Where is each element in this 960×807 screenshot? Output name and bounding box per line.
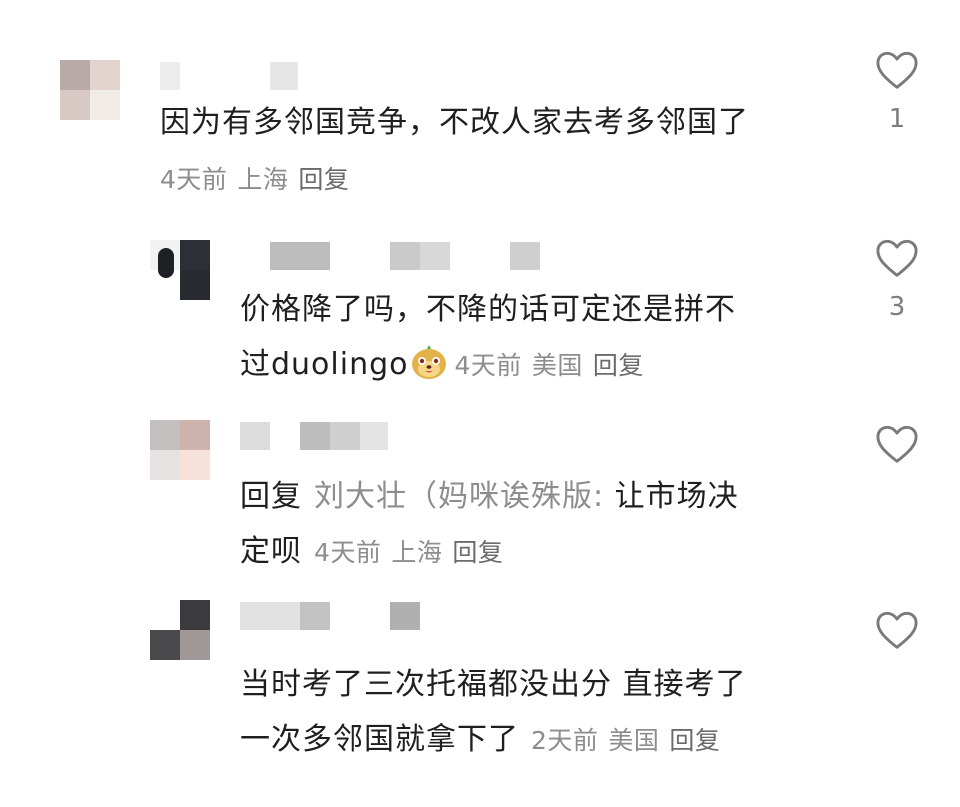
like-button[interactable] (872, 424, 922, 464)
comment-text: 当时考了三次托福都没出分 直接考了 (240, 667, 747, 702)
comment-text: 价格降了吗，不降的话可定还是拼不 (240, 292, 736, 327)
comment-time: 4天前 (454, 351, 522, 380)
comment-text-line1: 回复 刘大壮（妈咪诶殊版: 让市场决 (240, 469, 739, 525)
comment-text-line2: 过duolingo 4天前 美国 回复 (240, 337, 644, 394)
comment-meta: 4天前 上海 回复 (314, 538, 503, 567)
comment-text-line2: 一次多邻国就拿下了 2天前 美国 回复 (240, 712, 720, 769)
comment-meta: 4天前 上海 回复 (160, 152, 349, 208)
reply-button[interactable]: 回复 (669, 726, 720, 755)
avatar[interactable] (150, 600, 210, 660)
heart-outline-icon (876, 51, 918, 89)
avatar[interactable] (60, 60, 120, 120)
comment-text-line2: 定呗 4天前 上海 回复 (240, 524, 503, 581)
avatar[interactable] (150, 420, 210, 480)
comment-text: 让市场决 (604, 479, 739, 514)
comment-location: 上海 (391, 538, 443, 567)
like-button[interactable]: 1 (872, 50, 922, 134)
comment-time: 4天前 (314, 538, 382, 567)
like-count: 3 (888, 292, 906, 322)
comment-text: 过duolingo (240, 347, 409, 382)
reply-button[interactable]: 回复 (298, 165, 349, 194)
reply-button[interactable]: 回复 (452, 538, 503, 567)
comment-location: 上海 (237, 165, 289, 194)
heart-outline-icon (876, 239, 918, 277)
comment-meta: 2天前 美国 回复 (531, 726, 720, 755)
comment-location: 美国 (531, 351, 583, 380)
comment-text: 因为有多邻国竞争，不改人家去考多邻国了 (160, 105, 749, 140)
comment-meta: 4天前 美国 回复 (455, 351, 644, 380)
heart-outline-icon (876, 611, 918, 649)
comment-time: 4天前 (160, 165, 228, 194)
avatar[interactable] (150, 240, 210, 300)
like-button[interactable]: 3 (872, 238, 922, 322)
reply-prefix: 回复 (240, 479, 302, 514)
reply-button[interactable]: 回复 (593, 351, 644, 380)
like-count: 1 (888, 104, 906, 134)
comment-location: 美国 (608, 726, 660, 755)
reply-target-username[interactable]: 刘大壮（妈咪诶殊版: (314, 479, 604, 514)
comment-time: 2天前 (531, 726, 599, 755)
heart-outline-icon (876, 425, 918, 463)
dog-face-emoji (411, 345, 446, 379)
comment-text: 一次多邻国就拿下了 (240, 722, 519, 757)
comment-text: 定呗 (240, 534, 302, 569)
like-button[interactable] (872, 610, 922, 650)
